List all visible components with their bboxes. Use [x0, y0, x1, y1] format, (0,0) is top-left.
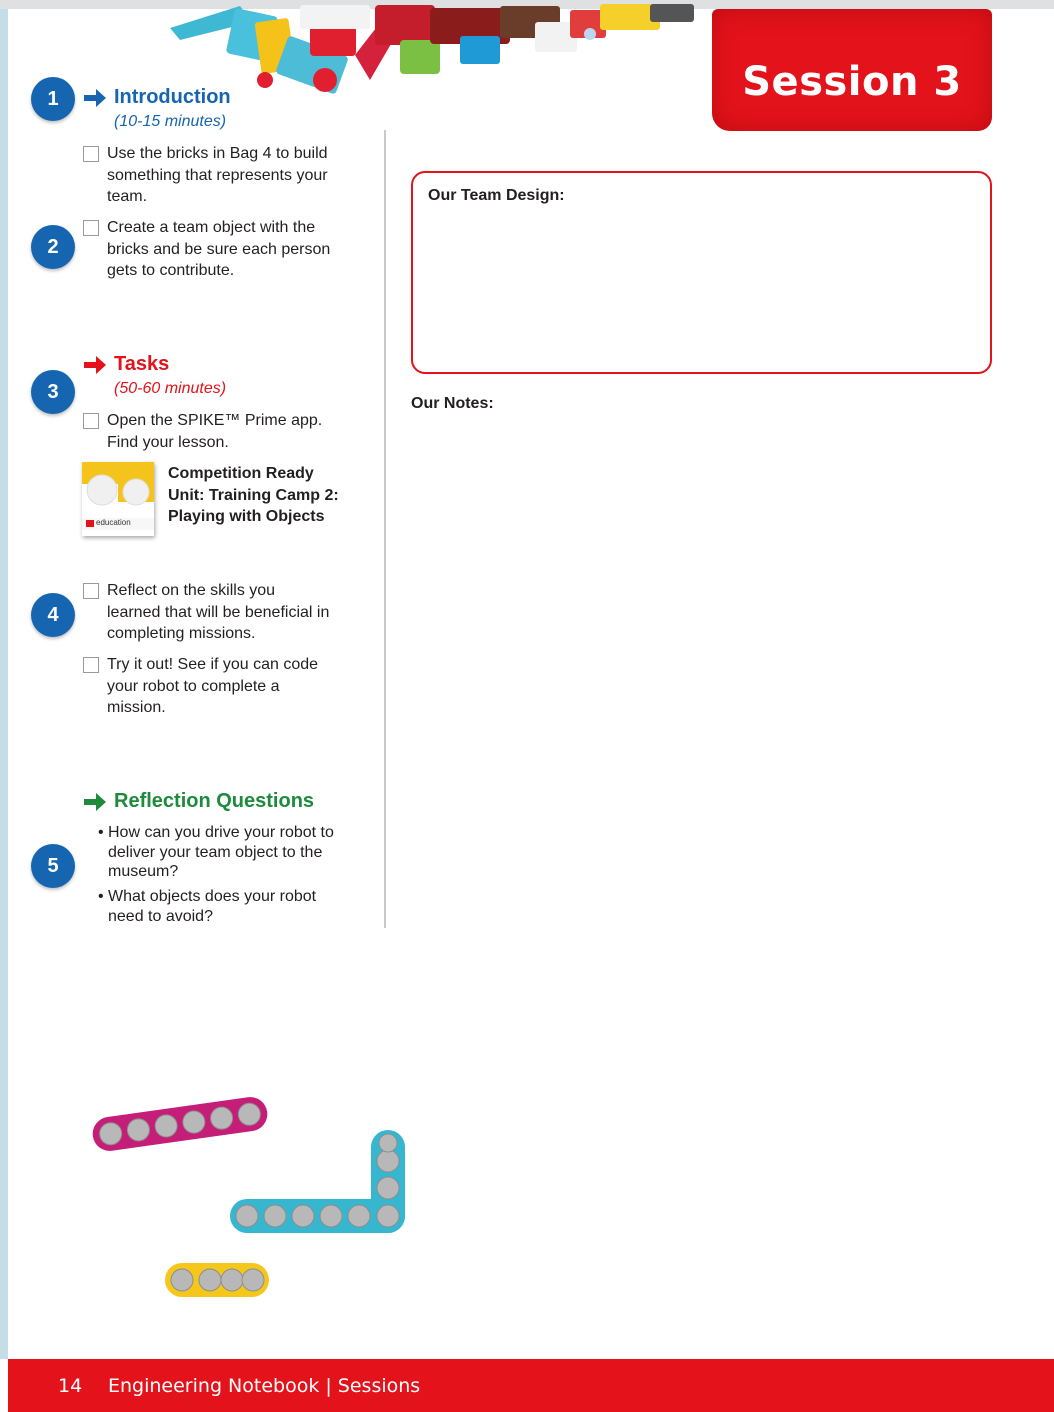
step-circle-4: 4	[31, 593, 75, 637]
reflection-question: • What objects does your robot need to av…	[98, 887, 363, 926]
column-divider	[384, 130, 386, 928]
introduction-title: Introduction	[114, 86, 231, 108]
checkbox[interactable]	[83, 146, 99, 162]
session-badge: Session 3	[712, 9, 992, 131]
checkbox[interactable]	[83, 220, 99, 236]
checklist-item[interactable]: Use the bricks in Bag 4 to build somethi…	[83, 143, 358, 208]
lesson-thumbnail[interactable]: education	[82, 462, 154, 536]
item-text-line: Find your lesson.	[107, 433, 229, 451]
item-text-line: completing missions.	[107, 625, 256, 642]
question-line: What objects does your robot	[108, 888, 317, 905]
item-text-line: something that represents your	[107, 166, 328, 184]
reflection-question: • How can you drive your robot to deliver…	[98, 823, 363, 882]
lesson-title-line: Unit: Training Camp 2:	[168, 486, 339, 504]
notes-label: Our Notes:	[411, 395, 494, 412]
reflection-heading: Reflection Questions	[82, 790, 314, 813]
checklist-item[interactable]: Reflect on the skills you learned that w…	[83, 580, 358, 645]
item-text-line: mission.	[107, 699, 166, 716]
item-text-line: Try it out! See if you can code	[107, 656, 319, 673]
checklist-item[interactable]: Open the SPIKE™ Prime app. Find your les…	[83, 410, 358, 453]
lesson-title[interactable]: Competition Ready Unit: Training Camp 2:…	[168, 463, 368, 528]
arrow-right-icon	[84, 88, 106, 107]
cyan-l-beam	[230, 1130, 405, 1233]
question-line: museum?	[108, 863, 179, 880]
step-circle-5: 5	[31, 844, 75, 888]
item-text-line: Open the SPIKE™ Prime app.	[107, 412, 323, 429]
lesson-thumb-label: education	[96, 518, 131, 527]
magenta-beam	[92, 1097, 268, 1151]
yellow-beam	[165, 1263, 269, 1297]
checklist-item[interactable]: Try it out! See if you can code your rob…	[83, 654, 358, 719]
footer-title: Engineering Notebook | Sessions	[108, 1375, 421, 1397]
lesson-title-line: Playing with Objects	[168, 508, 325, 525]
item-text-line: Reflect on the skills you	[107, 582, 276, 599]
step-circle-1: 1	[31, 77, 75, 121]
item-text-line: learned that will be beneficial in	[107, 603, 330, 621]
arrow-right-icon	[84, 792, 106, 811]
checkbox[interactable]	[83, 657, 99, 673]
tasks-heading: Tasks	[82, 353, 169, 376]
question-line: need to avoid?	[108, 907, 213, 925]
tasks-time: (50-60 minutes)	[114, 380, 227, 397]
lego-bricks-illustration	[170, 4, 694, 94]
page-footer: 14 Engineering Notebook | Sessions	[8, 1359, 1054, 1412]
item-text-line: team.	[107, 188, 148, 205]
question-line: How can you drive your robot to	[108, 824, 334, 841]
arrow-right-icon	[84, 355, 106, 374]
session-title: Session 3	[742, 59, 962, 105]
reflection-title: Reflection Questions	[114, 790, 315, 812]
item-text-line: your robot to complete a	[107, 677, 280, 695]
tasks-title: Tasks	[114, 353, 170, 375]
lesson-title-line: Competition Ready	[168, 465, 314, 482]
checkbox[interactable]	[83, 413, 99, 429]
team-design-label: Our Team Design:	[428, 187, 565, 204]
introduction-heading: Introduction	[82, 86, 231, 109]
checkbox[interactable]	[83, 583, 99, 599]
item-text-line: bricks and be sure each person	[107, 240, 331, 258]
checklist-item[interactable]: Create a team object with the bricks and…	[83, 217, 358, 282]
introduction-time: (10-15 minutes)	[114, 113, 227, 130]
step-circle-2: 2	[31, 225, 75, 269]
left-margin-strip	[0, 9, 8, 1359]
item-text-line: gets to contribute.	[107, 262, 235, 279]
item-text-line: Use the bricks in Bag 4 to build	[107, 145, 328, 162]
lego-beams-illustration	[92, 1097, 405, 1297]
question-line: deliver your team object to the	[108, 843, 323, 861]
item-text-line: Create a team object with the	[107, 219, 316, 236]
step-circle-3: 3	[31, 370, 75, 414]
page-number: 14	[58, 1375, 83, 1397]
